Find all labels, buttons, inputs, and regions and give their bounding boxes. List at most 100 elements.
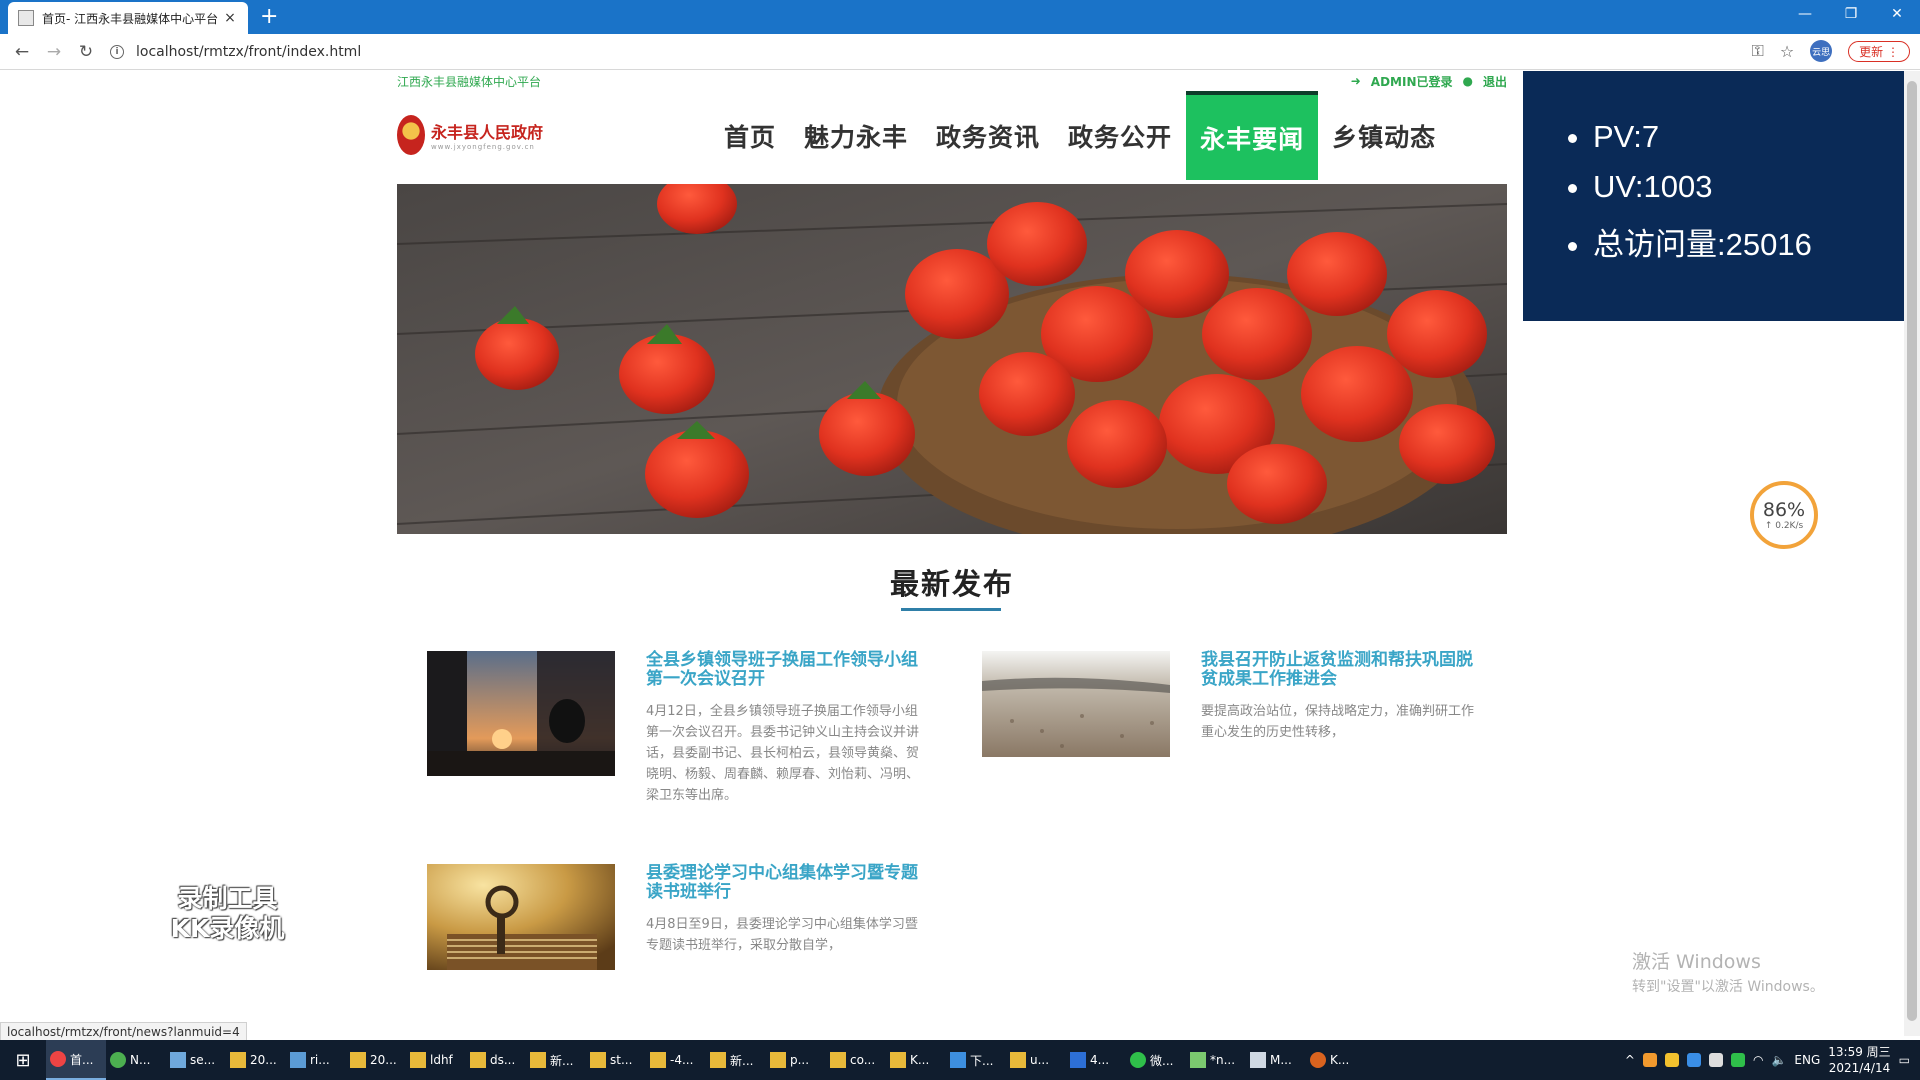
close-window-button[interactable]: ✕ — [1874, 0, 1920, 28]
browser-titlebar: 首页- 江西永丰县融媒体中心平台 × + — ❐ ✕ — [0, 0, 1920, 34]
nav-item-gov-open[interactable]: 政务公开 — [1054, 91, 1186, 180]
logout-link[interactable]: 退出 — [1483, 73, 1507, 90]
section-underline — [901, 608, 1001, 611]
taskbar-item[interactable]: st... — [586, 1040, 646, 1080]
app-icon — [290, 1052, 306, 1068]
nav-item-news[interactable]: 永丰要闻 — [1186, 91, 1319, 180]
taskbar-item[interactable]: se... — [166, 1040, 226, 1080]
news-desc: 4月8日至9日，县委理论学习中心组集体学习暨专题读书班举行，采取分散自学， — [646, 917, 918, 953]
folder-icon — [650, 1052, 666, 1068]
speed-rate: ↑ 0.2K/s — [1764, 521, 1804, 531]
reload-icon[interactable]: ↻ — [76, 42, 96, 62]
network-icon[interactable]: ◠ — [1753, 1053, 1763, 1067]
taskbar-item[interactable]: M... — [1246, 1040, 1306, 1080]
taskbar-item[interactable]: ldhf — [406, 1040, 466, 1080]
taskbar-item[interactable]: 下... — [946, 1040, 1006, 1080]
news-title[interactable]: 县委理论学习中心组集体学习暨专题读书班举行 — [646, 864, 921, 902]
news-title[interactable]: 全县乡镇领导班子换届工作领导小组第一次会议召开 — [646, 651, 921, 689]
clock-date: 2021/4/14 — [1828, 1061, 1891, 1075]
tab-close-icon[interactable]: × — [222, 10, 238, 26]
news-thumbnail[interactable] — [427, 651, 615, 776]
taskbar-label: M... — [1270, 1053, 1292, 1067]
tray-app-icon[interactable] — [1642, 1053, 1657, 1067]
forward-icon[interactable]: → — [44, 42, 64, 62]
browser-tab[interactable]: 首页- 江西永丰县融媒体中心平台 × — [8, 2, 248, 34]
news-item[interactable]: 我县召开防止返贫监测和帮扶巩固脱贫成果工作推进会 要提高政治站位，保持战略定力，… — [982, 651, 1476, 757]
taskbar-item[interactable]: u... — [1006, 1040, 1066, 1080]
news-thumbnail[interactable] — [982, 651, 1170, 757]
news-title[interactable]: 我县召开防止返贫监测和帮扶巩固脱贫成果工作推进会 — [1201, 651, 1476, 689]
news-item[interactable]: 县委理论学习中心组集体学习暨专题读书班举行 4月8日至9日，县委理论学习中心组集… — [427, 864, 921, 970]
taskbar-item[interactable]: p... — [766, 1040, 826, 1080]
taskbar-item[interactable]: K... — [1306, 1040, 1366, 1080]
notification-icon[interactable]: ▭ — [1899, 1053, 1910, 1067]
folder-icon — [1010, 1052, 1026, 1068]
taskbar-item[interactable]: 新... — [526, 1040, 586, 1080]
user-icon: ● — [1462, 74, 1473, 88]
taskbar-label: 下... — [970, 1053, 994, 1068]
taskbar-item[interactable]: N... — [106, 1040, 166, 1080]
logo-subtitle: www.jxyongfeng.gov.cn — [431, 143, 535, 151]
windows-start-icon[interactable]: ⊞ — [0, 1040, 46, 1080]
folder-icon — [410, 1052, 426, 1068]
scrollbar-thumb[interactable] — [1907, 81, 1917, 1021]
tray-app-icon[interactable] — [1708, 1053, 1723, 1067]
back-icon[interactable]: ← — [12, 42, 32, 62]
address-bar[interactable]: i localhost/rmtzx/front/index.html — [110, 38, 1730, 66]
taskbar-item[interactable]: 20... — [346, 1040, 406, 1080]
taskbar-item[interactable]: 4... — [1066, 1040, 1126, 1080]
taskbar-label: 20... — [250, 1053, 277, 1067]
folder-icon — [770, 1052, 786, 1068]
folder-icon — [230, 1052, 246, 1068]
profile-avatar[interactable]: 云思 — [1810, 40, 1833, 62]
key-icon[interactable]: ⚿ — [1752, 41, 1764, 61]
nav-item-charm[interactable]: 魅力永丰 — [790, 91, 922, 180]
download-icon — [950, 1052, 966, 1068]
taskbar-item[interactable]: -4... — [646, 1040, 706, 1080]
taskbar-item[interactable]: *n... — [1186, 1040, 1246, 1080]
system-clock[interactable]: 13:59 周三 2021/4/14 — [1828, 1044, 1890, 1076]
tab-title: 首页- 江西永丰县融媒体中心平台 — [42, 11, 219, 26]
tray-app-icon[interactable] — [1664, 1053, 1679, 1067]
tray-app-icon[interactable] — [1686, 1053, 1701, 1067]
restore-button[interactable]: ❐ — [1828, 0, 1874, 28]
taskbar-item[interactable]: 20... — [226, 1040, 286, 1080]
app-icon — [1250, 1052, 1266, 1068]
page-viewport: 江西永丰县融媒体中心平台 ➜ ADMIN已登录 ● 退出 永丰县人民政府 www… — [0, 71, 1904, 1036]
star-icon[interactable]: ☆ — [1780, 42, 1794, 61]
info-icon[interactable]: i — [110, 45, 124, 59]
taskbar-item[interactable]: ds... — [466, 1040, 526, 1080]
app-icon — [1070, 1052, 1086, 1068]
taskbar-item[interactable]: 微... — [1126, 1040, 1186, 1080]
link-status-bar: localhost/rmtzx/front/news?lanmuid=4 — [0, 1022, 247, 1041]
taskbar-item[interactable]: 首... — [46, 1040, 106, 1080]
main-nav: 首页 魅力永丰 政务资讯 政务公开 永丰要闻 乡镇动态 — [710, 91, 1450, 180]
update-button[interactable]: 更新 ⋮ — [1848, 40, 1910, 62]
minimize-button[interactable]: — — [1782, 0, 1828, 28]
taskbar-item[interactable]: co... — [826, 1040, 886, 1080]
input-language[interactable]: ENG — [1794, 1053, 1820, 1067]
folder-icon — [830, 1052, 846, 1068]
taskbar-item[interactable]: ri... — [286, 1040, 346, 1080]
new-tab-button[interactable]: + — [260, 6, 278, 28]
banner-image[interactable] — [397, 184, 1507, 534]
site-logo[interactable]: 永丰县人民政府 www.jxyongfeng.gov.cn — [397, 115, 543, 155]
taskbar-label: 首... — [70, 1052, 94, 1067]
nav-item-gov-info[interactable]: 政务资讯 — [922, 91, 1054, 180]
news-thumbnail[interactable] — [427, 864, 615, 970]
taskbar-item[interactable]: 新... — [706, 1040, 766, 1080]
recorder-watermark: 录制工具 KK录像机 — [160, 884, 295, 944]
taskbar-item[interactable]: K... — [886, 1040, 946, 1080]
tray-wechat-icon[interactable] — [1730, 1053, 1745, 1067]
network-speed-widget[interactable]: 86% ↑ 0.2K/s — [1750, 481, 1818, 549]
taskbar-label: K... — [1330, 1053, 1350, 1067]
activation-hint: 转到"设置"以激活 Windows。 — [1632, 979, 1824, 995]
nav-item-towns[interactable]: 乡镇动态 — [1318, 91, 1450, 180]
update-label: 更新 — [1859, 44, 1884, 59]
news-item[interactable]: 全县乡镇领导班子换届工作领导小组第一次会议召开 4月12日，全县乡镇领导班子换届… — [427, 651, 921, 806]
nav-item-home[interactable]: 首页 — [710, 91, 790, 180]
page-scrollbar[interactable] — [1904, 71, 1920, 1036]
volume-icon[interactable]: 🔈 — [1771, 1053, 1786, 1067]
tray-chevron-icon[interactable]: ^ — [1625, 1053, 1635, 1067]
app-icon — [110, 1052, 126, 1068]
